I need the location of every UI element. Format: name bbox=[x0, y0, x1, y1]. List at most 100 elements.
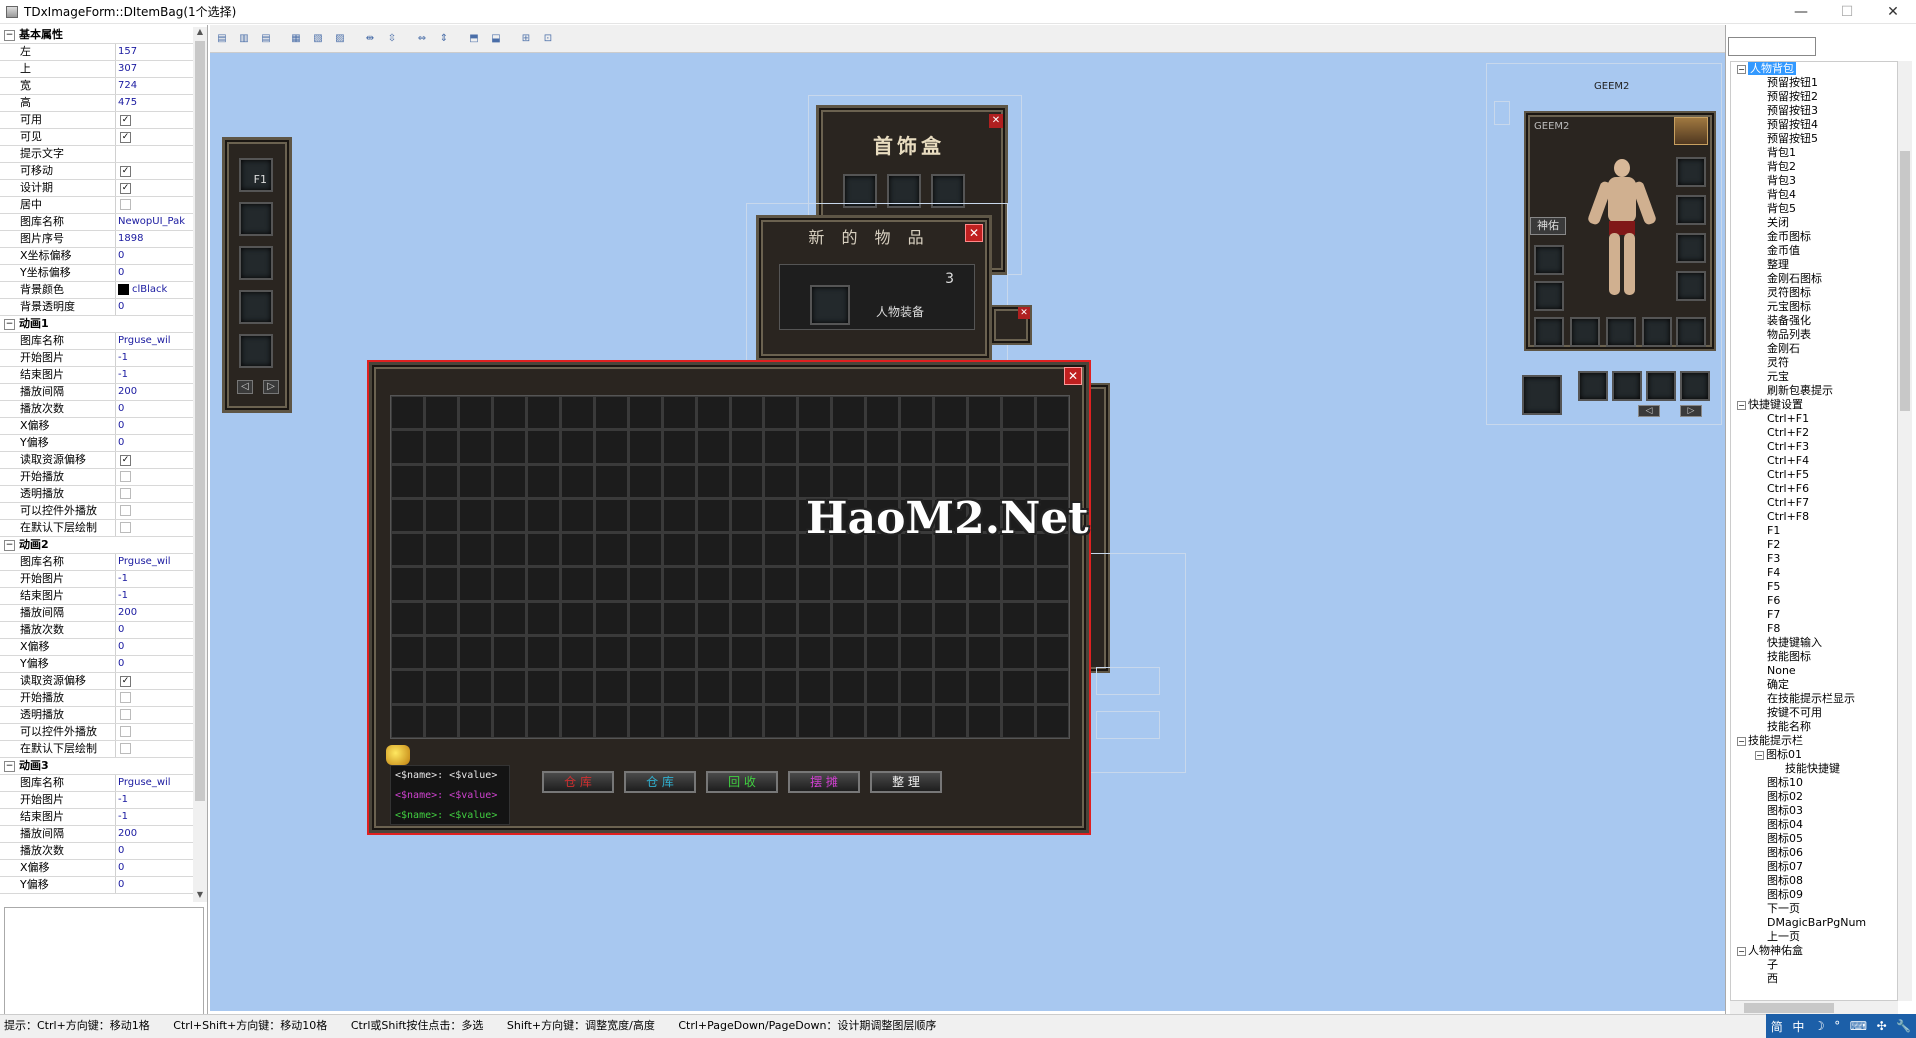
bag-cell[interactable] bbox=[424, 704, 458, 738]
tree-node[interactable]: DMagicBarPgNum bbox=[1731, 916, 1897, 930]
bag-cell[interactable] bbox=[764, 704, 798, 738]
property-value[interactable]: 0 bbox=[118, 250, 124, 261]
tree-node-label[interactable]: 技能名称 bbox=[1767, 720, 1811, 733]
bag-cell[interactable] bbox=[662, 396, 696, 430]
tree-node-label[interactable]: Ctrl+F7 bbox=[1767, 496, 1809, 509]
property-row[interactable]: 播放间隔 200 bbox=[0, 384, 193, 401]
tree-node-label[interactable]: 图标03 bbox=[1767, 804, 1803, 817]
bag-cell[interactable] bbox=[1002, 601, 1036, 636]
bag-cell[interactable] bbox=[458, 396, 492, 430]
minimize-button[interactable]: — bbox=[1778, 0, 1824, 24]
bag-cell[interactable] bbox=[424, 533, 458, 567]
tree-node[interactable]: F4 bbox=[1731, 566, 1897, 580]
property-row[interactable]: 背景颜色 clBlack bbox=[0, 282, 193, 299]
property-section[interactable]: − 基本属性 bbox=[0, 27, 193, 44]
bag-cell[interactable] bbox=[900, 396, 934, 430]
property-value[interactable]: -1 bbox=[118, 369, 128, 380]
bag-cell[interactable] bbox=[1002, 430, 1036, 464]
property-row[interactable]: 结束图片 -1 bbox=[0, 588, 193, 605]
new-item-frame[interactable]: 新 的 物 品 ✕ 3 人物装备 bbox=[756, 215, 992, 361]
tree-node[interactable]: F8 bbox=[1731, 622, 1897, 636]
bag-cell[interactable] bbox=[696, 636, 730, 670]
checkbox[interactable] bbox=[120, 505, 131, 516]
bag-cell[interactable] bbox=[764, 430, 798, 464]
property-row[interactable]: X偏移 0 bbox=[0, 639, 193, 656]
bag-cell[interactable] bbox=[458, 567, 492, 601]
bag-cell[interactable] bbox=[526, 430, 560, 464]
quickbar-next-icon[interactable]: ▷ bbox=[263, 380, 279, 394]
checkbox[interactable] bbox=[120, 471, 131, 482]
property-value[interactable]: 200 bbox=[118, 828, 137, 839]
bag-cell[interactable] bbox=[764, 498, 798, 533]
collapse-icon[interactable]: − bbox=[1737, 946, 1746, 956]
tree-node[interactable]: 预留按钮3 bbox=[1731, 104, 1897, 118]
bag-cell[interactable] bbox=[662, 567, 696, 601]
property-value[interactable]: 0 bbox=[118, 301, 124, 312]
tree-node-label[interactable]: None bbox=[1767, 664, 1796, 677]
property-row[interactable]: 上 307 bbox=[0, 61, 193, 78]
tray-icon[interactable]: ✣ bbox=[1877, 1019, 1887, 1033]
bag-cell[interactable] bbox=[391, 670, 424, 704]
scroll-thumb[interactable] bbox=[1900, 151, 1910, 411]
property-value[interactable]: 724 bbox=[118, 80, 137, 91]
property-section[interactable]: − 动画3 bbox=[0, 758, 193, 775]
bag-cell[interactable] bbox=[798, 396, 832, 430]
tree-node-label[interactable]: 技能图标 bbox=[1767, 650, 1811, 663]
item-bag-selection[interactable]: ✕ <$name>: <$value> <$name>: <$value> <$na… bbox=[367, 360, 1091, 835]
property-row[interactable]: 开始播放 bbox=[0, 469, 193, 486]
bag-cell[interactable] bbox=[594, 567, 628, 601]
bag-cell[interactable] bbox=[730, 636, 764, 670]
tree-node[interactable]: F7 bbox=[1731, 608, 1897, 622]
property-value[interactable]: NewopUI_Pak bbox=[118, 216, 185, 227]
bag-cell[interactable] bbox=[696, 704, 730, 738]
tree-node[interactable]: 上一页 bbox=[1731, 930, 1897, 944]
property-row[interactable]: 图库名称 Prguse_wil bbox=[0, 554, 193, 571]
bag-cell[interactable] bbox=[424, 670, 458, 704]
bag-cell[interactable] bbox=[628, 636, 662, 670]
bag-cell[interactable] bbox=[730, 533, 764, 567]
bag-cell[interactable] bbox=[628, 670, 662, 704]
equip-slot[interactable] bbox=[1676, 195, 1706, 225]
checkbox[interactable] bbox=[120, 692, 131, 703]
item-bag-frame[interactable]: ✕ <$name>: <$value> <$name>: <$value> <$na… bbox=[369, 362, 1089, 833]
tree-node[interactable]: − 人物神佑盒 bbox=[1731, 944, 1897, 958]
property-value[interactable]: 200 bbox=[118, 607, 137, 618]
bag-cell[interactable] bbox=[560, 430, 594, 464]
mini-frame[interactable]: ✕ bbox=[990, 305, 1032, 345]
tree-node-label[interactable]: 确定 bbox=[1767, 678, 1789, 691]
blessing-slot[interactable] bbox=[1522, 375, 1562, 415]
bag-cell[interactable] bbox=[900, 636, 934, 670]
bag-cell[interactable] bbox=[866, 430, 900, 464]
checkbox[interactable] bbox=[120, 726, 131, 737]
bag-cell[interactable] bbox=[696, 567, 730, 601]
bag-cell[interactable] bbox=[391, 636, 424, 670]
tree-node-label[interactable]: 装备强化 bbox=[1767, 314, 1811, 327]
bag-cell[interactable] bbox=[696, 498, 730, 533]
bag-cell[interactable] bbox=[424, 636, 458, 670]
new-item-slot[interactable] bbox=[810, 285, 850, 325]
property-row[interactable]: 开始图片 -1 bbox=[0, 571, 193, 588]
bag-cell[interactable] bbox=[662, 670, 696, 704]
property-row[interactable]: 播放次数 0 bbox=[0, 622, 193, 639]
close-icon[interactable]: ✕ bbox=[1018, 307, 1030, 319]
property-value[interactable]: 475 bbox=[118, 97, 137, 108]
tree-node-label[interactable]: 图标07 bbox=[1767, 860, 1803, 873]
tree-node[interactable]: 图标03 bbox=[1731, 804, 1897, 818]
property-value[interactable]: 0 bbox=[118, 267, 124, 278]
tree-node[interactable]: 元宝图标 bbox=[1731, 300, 1897, 314]
property-value[interactable]: 0 bbox=[118, 641, 124, 652]
tree-node[interactable]: 关闭 bbox=[1731, 216, 1897, 230]
tree-node-label[interactable]: 背包5 bbox=[1767, 202, 1796, 215]
tree-node[interactable]: F5 bbox=[1731, 580, 1897, 594]
bag-cell[interactable] bbox=[934, 670, 968, 704]
bag-cell[interactable] bbox=[391, 498, 424, 533]
char-tab[interactable]: 神佑 bbox=[1530, 217, 1566, 235]
align-right-icon[interactable]: ▤ bbox=[258, 30, 274, 46]
bag-cell[interactable] bbox=[1002, 670, 1036, 704]
tree-node-label[interactable]: 下一页 bbox=[1767, 902, 1800, 915]
align-center-h-icon[interactable]: ▥ bbox=[236, 30, 252, 46]
tree-node[interactable]: Ctrl+F1 bbox=[1731, 412, 1897, 426]
tree-node-label[interactable]: 预留按钮4 bbox=[1767, 118, 1818, 131]
tree-node-label[interactable]: 灵符图标 bbox=[1767, 286, 1811, 299]
collapse-icon[interactable]: − bbox=[4, 760, 15, 772]
